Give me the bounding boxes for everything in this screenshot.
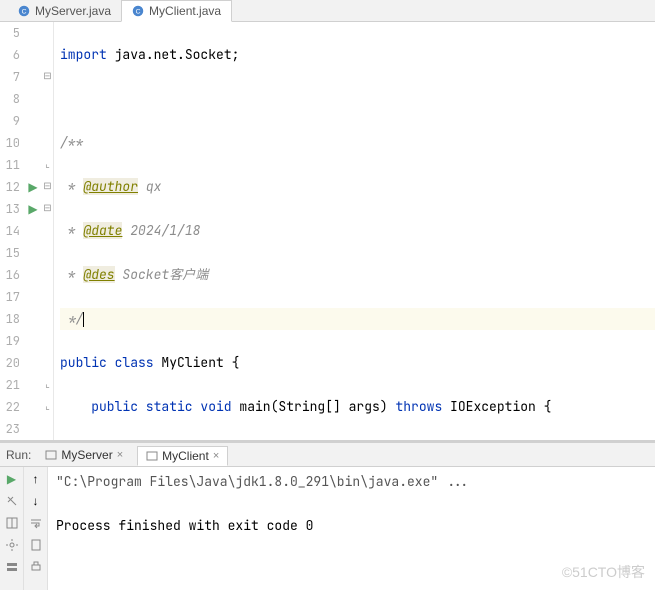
code-text: (String[] args) — [271, 398, 396, 415]
code-editor[interactable]: 567891011121314151617181920212223 ▶ ▶ ⊟ … — [0, 22, 655, 440]
run-label: Run: — [6, 448, 31, 462]
tool-button[interactable] — [4, 493, 20, 509]
comment: Socket客户端 — [115, 266, 209, 283]
comment: * — [60, 222, 83, 239]
run-sub-toolbar: ↑ ↓ — [24, 467, 48, 590]
text-cursor — [83, 312, 84, 327]
keyword: public static void — [91, 398, 231, 415]
console-exit: Process finished with exit code 0 — [56, 515, 647, 537]
fold-toggle[interactable]: ⊟ — [42, 198, 53, 220]
java-class-icon: C — [132, 5, 144, 17]
keyword: public class — [60, 354, 154, 371]
pin-button[interactable] — [4, 559, 20, 575]
print-button[interactable] — [28, 559, 44, 575]
code-text: IOException { — [442, 398, 551, 415]
app-icon — [45, 449, 57, 461]
close-icon[interactable]: × — [117, 449, 123, 461]
run-tab-myserver[interactable]: MyServer × — [37, 446, 131, 464]
code-text: main — [232, 398, 271, 415]
app-icon — [146, 450, 158, 462]
keyword: throws — [395, 398, 442, 415]
fold-end: ⌞ — [42, 374, 53, 396]
line-number-gutter: 567891011121314151617181920212223 — [0, 22, 24, 440]
run-tab-myclient[interactable]: MyClient × — [137, 446, 228, 466]
svg-text:C: C — [22, 8, 27, 15]
run-tab-label: MyServer — [61, 448, 112, 462]
fold-end: ⌞ — [42, 154, 53, 176]
run-header: Run: MyServer × MyClient × — [0, 443, 655, 467]
layout-button[interactable] — [4, 515, 20, 531]
comment: * — [60, 266, 83, 283]
settings-button[interactable] — [4, 537, 20, 553]
up-button[interactable]: ↑ — [28, 471, 44, 487]
run-class-gutter-icon[interactable]: ▶ — [24, 176, 42, 198]
console-command: "C:\Program Files\Java\jdk1.8.0_291\bin\… — [56, 471, 647, 493]
gutter-icons: ▶ ▶ — [24, 22, 42, 440]
tab-myclient[interactable]: C MyClient.java — [121, 0, 232, 22]
wrap-button[interactable] — [28, 515, 44, 531]
doc-tag: @des — [83, 266, 114, 283]
fold-toggle[interactable]: ⊟ — [42, 176, 53, 198]
fold-end: ⌞ — [42, 396, 53, 418]
java-class-icon: C — [18, 5, 30, 17]
fold-toggle[interactable]: ⊟ — [42, 66, 53, 88]
tab-label: MyServer.java — [35, 4, 111, 18]
code-text: java.net.Socket; — [107, 46, 240, 63]
comment: 2024/1/18 — [122, 222, 200, 239]
comment: */ — [60, 310, 83, 327]
fold-gutter: ⊟ ⌞ ⊟ ⊟ ⌞ ⌞ — [42, 22, 54, 440]
run-panel: Run: MyServer × MyClient × ▶ ↑ ↓ "C:\P — [0, 440, 655, 590]
code-text: MyClient { — [154, 354, 240, 371]
run-tab-label: MyClient — [162, 449, 209, 463]
doc-tag: @date — [83, 222, 122, 239]
close-icon[interactable]: × — [213, 450, 219, 462]
tab-myserver[interactable]: C MyServer.java — [8, 1, 121, 21]
editor-tabs: C MyServer.java C MyClient.java — [0, 0, 655, 22]
run-main-gutter-icon[interactable]: ▶ — [24, 198, 42, 220]
rerun-button[interactable]: ▶ — [4, 471, 20, 487]
tab-label: MyClient.java — [149, 4, 221, 18]
comment: /** — [60, 134, 83, 151]
watermark: ©51CTO博客 — [562, 562, 645, 582]
scroll-button[interactable] — [28, 537, 44, 553]
comment: qx — [138, 178, 161, 195]
comment: * — [60, 178, 83, 195]
down-button[interactable]: ↓ — [28, 493, 44, 509]
doc-tag: @author — [83, 178, 138, 195]
svg-text:C: C — [136, 8, 141, 15]
run-main-toolbar: ▶ — [0, 467, 24, 590]
code-area[interactable]: import java.net.Socket; /** * @author qx… — [54, 22, 655, 440]
keyword: import — [60, 46, 107, 63]
